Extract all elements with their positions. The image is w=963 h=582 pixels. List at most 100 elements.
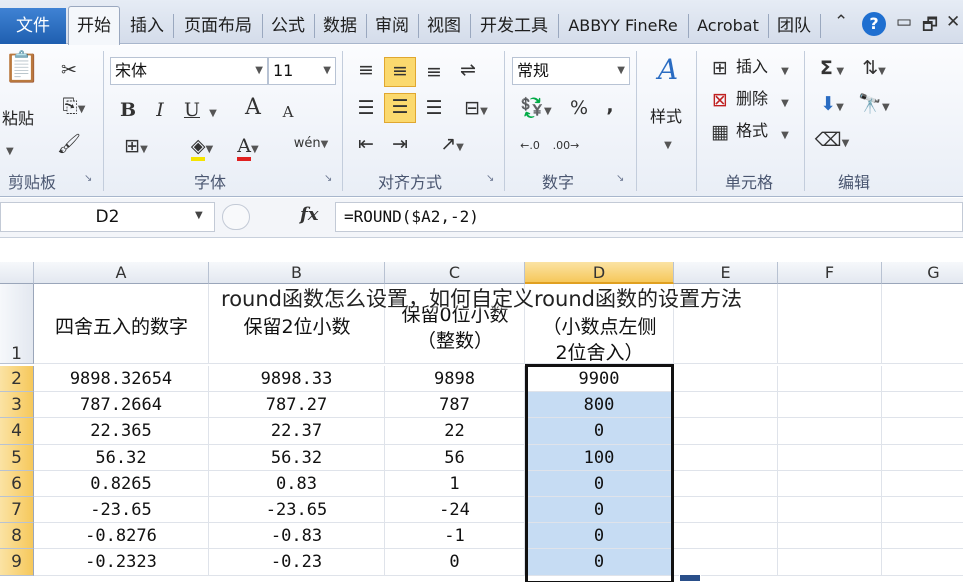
cell-a8[interactable]: -0.8276 [34, 523, 209, 550]
number-launcher-icon[interactable]: ↘ [616, 173, 624, 184]
column-header-c[interactable]: C [385, 262, 525, 284]
percent-style-button[interactable]: % [566, 95, 592, 121]
row-header-1[interactable]: 1 [0, 284, 34, 364]
delete-dropdown-icon[interactable]: ▼ [778, 87, 792, 117]
cell-f7[interactable] [778, 497, 882, 524]
cell-e2[interactable] [674, 366, 778, 393]
cell-c5[interactable]: 56 [385, 444, 525, 471]
column-header-g[interactable]: G [882, 262, 963, 284]
find-select-icon[interactable]: 🔭▼ [854, 91, 894, 121]
cell-g9[interactable] [882, 549, 963, 576]
cell-b7[interactable]: -23.65 [209, 497, 385, 524]
shrink-font-button[interactable]: A [276, 99, 300, 125]
sort-filter-icon[interactable]: ⇅▼ [854, 55, 894, 85]
tab-insert[interactable]: 插入 [122, 8, 172, 44]
row-header-3[interactable]: 3 [0, 392, 34, 419]
tab-developer[interactable]: 开发工具 [472, 8, 556, 44]
select-all-corner[interactable] [0, 262, 34, 284]
row-header-4[interactable]: 4 [0, 418, 34, 445]
column-header-f[interactable]: F [778, 262, 882, 284]
cell-d9[interactable]: 0 [525, 549, 674, 576]
cell-a4[interactable]: 22.365 [34, 418, 209, 445]
cell-g8[interactable] [882, 523, 963, 550]
cell-f4[interactable] [778, 418, 882, 445]
cell-g6[interactable] [882, 471, 963, 497]
alignment-launcher-icon[interactable]: ↘ [486, 173, 494, 184]
ribbon-collapse-icon[interactable]: ⌃ [834, 12, 848, 32]
font-color-button[interactable]: A▼ [228, 133, 268, 163]
tab-team[interactable]: 团队 [770, 8, 818, 44]
cell-e3[interactable] [674, 392, 778, 419]
align-right-icon[interactable]: ☰ [420, 95, 448, 121]
cell-c4[interactable]: 22 [385, 418, 525, 445]
cell-b2[interactable]: 9898.33 [209, 366, 385, 393]
align-bottom-icon[interactable]: ≡ [420, 59, 448, 85]
column-header-e[interactable]: E [674, 262, 778, 284]
increase-indent-icon[interactable]: ⇥ [386, 131, 414, 157]
quick-analysis-icon[interactable] [679, 574, 701, 582]
cell-g1[interactable] [882, 284, 963, 364]
cell-b3[interactable]: 787.27 [209, 392, 385, 419]
row-header-8[interactable]: 8 [0, 523, 34, 550]
insert-function-icon[interactable]: fx [300, 204, 318, 225]
insert-cells-button[interactable]: 插入 [736, 55, 768, 79]
bold-button[interactable]: B [116, 97, 140, 123]
underline-dropdown-icon[interactable]: ▼ [204, 97, 222, 127]
cell-f5[interactable] [778, 444, 882, 471]
cell-a2[interactable]: 9898.32654 [34, 366, 209, 393]
cell-g2[interactable] [882, 366, 963, 393]
decrease-indent-icon[interactable]: ⇤ [352, 131, 380, 157]
row-header-6[interactable]: 6 [0, 470, 34, 497]
clear-icon[interactable]: ⌫▼ [812, 127, 852, 157]
tab-abbyy[interactable]: ABBYY FineRe [560, 8, 686, 44]
tab-review[interactable]: 审阅 [368, 8, 416, 44]
row-header-5[interactable]: 5 [0, 444, 34, 471]
align-left-icon[interactable]: ☰ [352, 95, 380, 121]
name-box[interactable]: D2 [0, 202, 215, 232]
cell-e9[interactable] [674, 549, 778, 576]
cell-c3[interactable]: 787 [385, 392, 525, 419]
autosum-button[interactable]: Σ ▼ [812, 55, 852, 85]
cell-f9[interactable] [778, 549, 882, 576]
tab-data[interactable]: 数据 [316, 8, 364, 44]
minimize-icon[interactable]: ▭ [896, 12, 912, 32]
copy-icon[interactable]: ⎘▼ [54, 93, 94, 123]
cell-e5[interactable] [674, 444, 778, 471]
align-middle-icon[interactable]: ≡ [384, 57, 416, 87]
cell-b9[interactable]: -0.23 [209, 549, 385, 576]
column-header-a[interactable]: A [34, 262, 209, 284]
row-header-2[interactable]: 2 [0, 366, 34, 393]
increase-decimal-icon[interactable]: ←.0 [514, 133, 546, 159]
clipboard-launcher-icon[interactable]: ↘ [84, 173, 92, 184]
cell-d2[interactable]: 9900 [525, 366, 674, 393]
cell-c9[interactable]: 0 [385, 549, 525, 576]
tab-acrobat[interactable]: Acrobat [690, 8, 766, 44]
cell-a3[interactable]: 787.2664 [34, 392, 209, 419]
tab-formulas[interactable]: 公式 [264, 8, 312, 44]
cell-f2[interactable] [778, 366, 882, 393]
cell-c6[interactable]: 1 [385, 470, 525, 497]
font-name-select[interactable]: 宋体 ▼ [110, 57, 268, 85]
italic-button[interactable]: I [148, 97, 172, 123]
cell-d3[interactable]: 800 [525, 392, 674, 419]
styles-icon[interactable]: A [648, 56, 688, 97]
paste-icon[interactable]: 📋 [2, 53, 42, 99]
cell-e7[interactable] [674, 497, 778, 524]
fill-color-icon[interactable]: ◈▼ [180, 133, 224, 163]
chevron-down-icon[interactable]: ▼ [195, 210, 203, 221]
cell-e1[interactable] [674, 284, 778, 364]
formula-cancel-icon[interactable] [222, 204, 250, 230]
font-launcher-icon[interactable]: ↘ [324, 173, 332, 184]
tab-home-label[interactable]: 开始 [68, 8, 120, 44]
phonetic-guide-button[interactable]: wén▼ [286, 131, 336, 158]
decrease-decimal-icon[interactable]: .00→ [550, 133, 582, 159]
format-cells-icon[interactable]: ▦ [708, 119, 732, 145]
underline-button[interactable]: U [180, 97, 204, 123]
cell-d4[interactable]: 0 [525, 418, 674, 445]
tab-page-layout[interactable]: 页面布局 [176, 8, 260, 44]
cell-b8[interactable]: -0.83 [209, 523, 385, 550]
cell-b6[interactable]: 0.83 [209, 470, 385, 497]
orientation-icon[interactable]: ↗▼ [432, 131, 472, 161]
cell-e4[interactable] [674, 418, 778, 445]
format-painter-icon[interactable]: 🖌 [56, 131, 82, 157]
